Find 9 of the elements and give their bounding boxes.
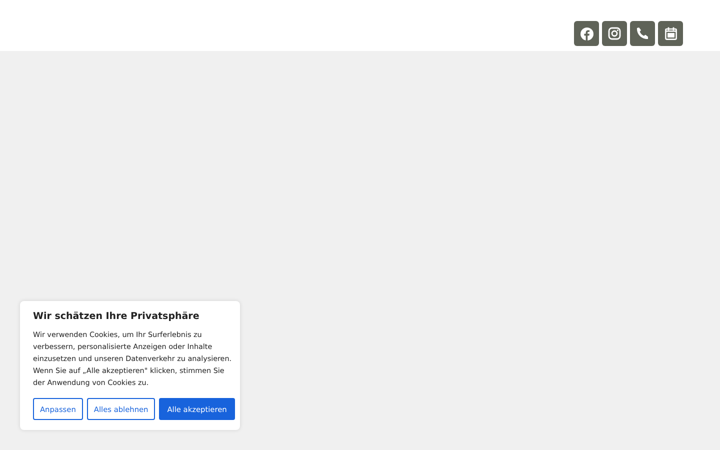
social-link[interactable] (630, 21, 655, 46)
banner-title: Wir schätzen Ihre Privatsphäre (33, 311, 200, 323)
instagram-icon (608, 27, 621, 40)
social-link[interactable] (602, 21, 627, 46)
phone-icon (636, 27, 649, 40)
social-link[interactable] (658, 21, 683, 46)
social-link[interactable] (574, 21, 599, 46)
facebook-icon (580, 26, 594, 40)
calendar-icon (664, 27, 676, 40)
